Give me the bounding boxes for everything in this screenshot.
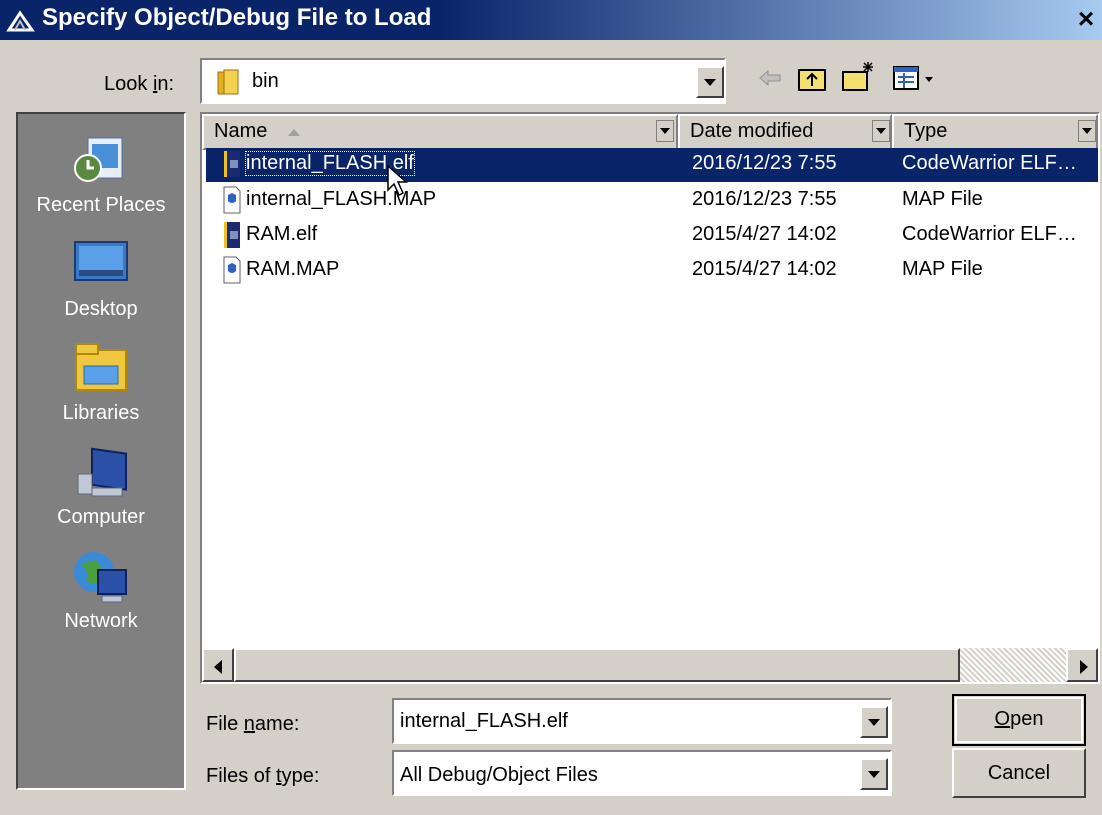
file-name-label: File name:: [206, 713, 299, 736]
file-name-label-post: ame:: [254, 713, 300, 735]
places-bar: Recent Places Desktop Libraries Computer…: [16, 112, 186, 790]
place-computer[interactable]: Computer: [18, 444, 184, 529]
up-folder-icon[interactable]: [796, 62, 828, 94]
file-name-label-accel: n: [243, 713, 255, 735]
network-icon: [72, 548, 130, 606]
file-date-cell: 2015/4/27 14:02: [692, 223, 837, 245]
look-in-label-pre: Look: [104, 73, 153, 95]
look-in-value: bin: [252, 70, 279, 92]
file-date-cell: 2016/12/23 7:55: [692, 188, 837, 210]
mouse-cursor-icon: [387, 164, 408, 197]
file-name-combobox[interactable]: internal_FLASH.elf: [392, 698, 892, 744]
file-name-input[interactable]: internal_FLASH.elf: [400, 710, 568, 733]
debugger-app-icon: [6, 8, 36, 34]
scroll-thumb[interactable]: [234, 648, 960, 682]
file-name-cell: RAM.elf: [246, 223, 318, 245]
place-libraries[interactable]: Libraries: [18, 340, 184, 425]
column-header-type[interactable]: Type: [892, 114, 1098, 150]
look-in-dropdown-button[interactable]: [696, 66, 724, 98]
look-in-label: Look in:: [104, 73, 174, 96]
back-arrow-icon[interactable]: [756, 64, 784, 92]
computer-icon: [72, 444, 130, 502]
open-button-label: pen: [1010, 708, 1044, 730]
place-network[interactable]: Network: [18, 548, 184, 633]
file-type-label-post: ype:: [281, 765, 320, 787]
file-row[interactable]: RAM.MAP 2015/4/27 14:02 MAP File: [206, 254, 1098, 288]
title-bar: Specify Object/Debug File to Load: [0, 0, 1102, 40]
elf-file-icon: [224, 151, 240, 177]
file-date-cell: 2015/4/27 14:02: [692, 258, 837, 280]
scroll-track[interactable]: [960, 648, 1066, 682]
place-desktop[interactable]: Desktop: [18, 236, 184, 321]
column-type-filter-button[interactable]: [1078, 120, 1096, 142]
file-type-cell: MAP File: [902, 258, 983, 280]
folder-icon: [217, 69, 239, 95]
column-date-filter-button[interactable]: [872, 120, 890, 142]
scroll-left-button[interactable]: [202, 648, 234, 682]
recent-places-icon: [72, 132, 130, 190]
scroll-right-button[interactable]: [1066, 648, 1098, 682]
libraries-icon: [72, 340, 130, 398]
sort-ascending-icon: [287, 129, 300, 136]
horizontal-scrollbar[interactable]: [202, 648, 1098, 682]
look-in-label-post: n:: [157, 73, 175, 95]
cancel-button[interactable]: Cancel: [952, 748, 1086, 798]
close-button[interactable]: ×: [1070, 2, 1102, 36]
column-header-date-label: Date modified: [690, 120, 814, 142]
column-header-date[interactable]: Date modified: [678, 114, 892, 150]
file-type-cell: CodeWarrior ELF…: [902, 223, 1077, 245]
file-type-value: All Debug/Object Files: [400, 764, 598, 786]
file-date-cell: 2016/12/23 7:55: [692, 152, 837, 174]
column-header-type-label: Type: [904, 120, 948, 142]
file-name-cell: RAM.MAP: [246, 258, 340, 280]
file-type-label-pre: Files of: [206, 765, 277, 787]
file-row[interactable]: RAM.elf 2015/4/27 14:02 CodeWarrior ELF…: [206, 219, 1098, 253]
place-recent-places-label: Recent Places: [36, 194, 166, 216]
file-row[interactable]: internal_FLASH.MAP 2016/12/23 7:55 MAP F…: [206, 184, 1098, 218]
file-name-dropdown-button[interactable]: [860, 706, 888, 738]
file-type-combobox[interactable]: All Debug/Object Files: [392, 750, 892, 796]
file-type-cell: CodeWarrior ELF…: [902, 152, 1077, 174]
file-type-dropdown-button[interactable]: [860, 758, 888, 790]
file-name-label-pre: File: [206, 713, 244, 735]
place-network-label: Network: [64, 610, 138, 632]
elf-file-icon: [224, 222, 240, 248]
desktop-icon: [72, 236, 130, 294]
column-name-filter-button[interactable]: [656, 120, 674, 142]
file-type-label: Files of type:: [206, 765, 319, 788]
column-header-name-label: Name: [214, 120, 268, 142]
column-header-name[interactable]: Name: [202, 114, 678, 150]
file-list[interactable]: Name Date modified Type internal_FLASH.e…: [200, 112, 1100, 684]
map-file-icon: [223, 256, 241, 284]
open-button[interactable]: Open: [952, 694, 1086, 746]
place-desktop-label: Desktop: [64, 298, 138, 320]
place-recent-places[interactable]: Recent Places: [18, 132, 184, 217]
map-file-icon: [223, 186, 241, 214]
look-in-combobox[interactable]: bin: [200, 58, 726, 104]
open-button-accel: O: [994, 708, 1011, 730]
place-libraries-label: Libraries: [62, 402, 140, 424]
file-row[interactable]: internal_FLASH.elf 2016/12/23 7:55 CodeW…: [206, 148, 1098, 182]
place-computer-label: Computer: [57, 506, 145, 528]
file-type-cell: MAP File: [902, 188, 983, 210]
window-title: Specify Object/Debug File to Load: [42, 4, 432, 31]
view-menu-icon[interactable]: [892, 64, 938, 92]
new-folder-icon[interactable]: [840, 60, 876, 94]
